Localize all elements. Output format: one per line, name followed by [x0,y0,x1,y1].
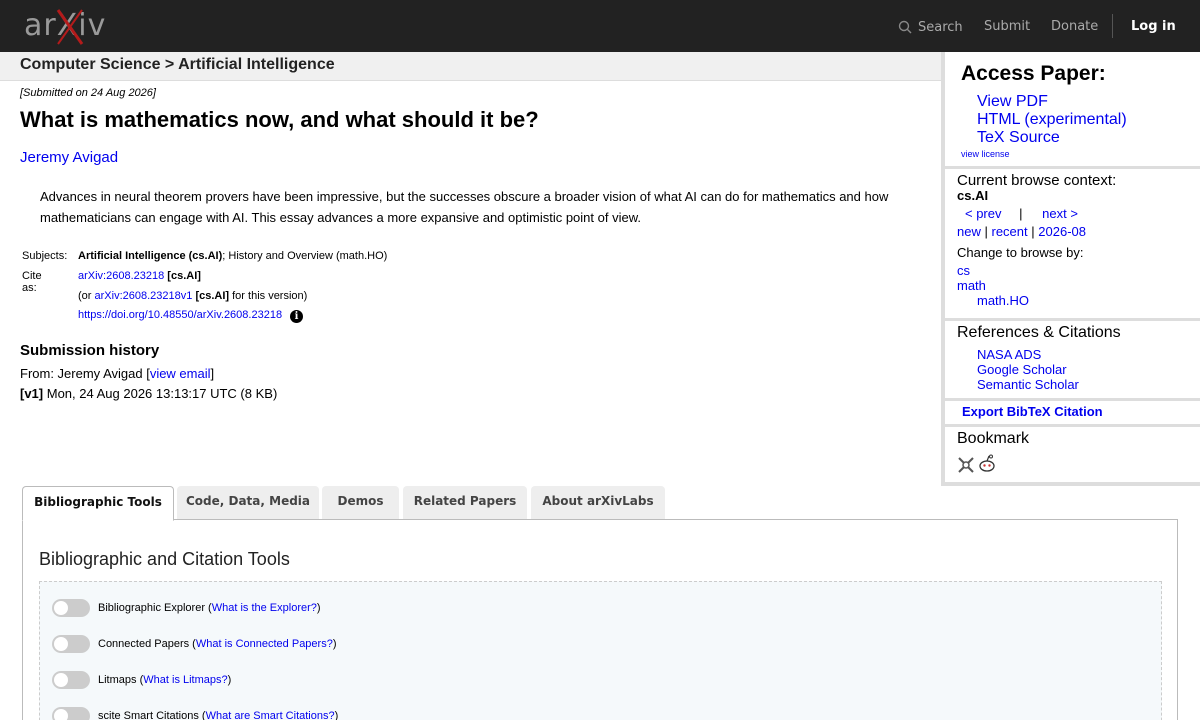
doi-link[interactable]: https://doi.org/10.48550/arXiv.2608.2321… [78,309,282,321]
html-experimental-link[interactable]: HTML (experimental) [977,111,1127,129]
prev-next-nav: < prev | next > [965,206,1078,221]
tool-name: Litmaps [98,674,137,686]
cite-category: [cs.AI] [167,270,201,282]
other-subjects: ; History and Overview (math.HO) [222,250,388,262]
recent-link[interactable]: recent [992,224,1028,239]
reddit-icon[interactable] [977,454,997,474]
top-navigation-bar: arXiv Search Submit Donate Log in [0,0,1200,52]
tab-about-arxivlabs[interactable]: About arXivLabs [531,486,665,520]
change-browse-heading: Change to browse by: [957,245,1084,260]
tab-bibliographic-tools[interactable]: Bibliographic Tools [22,486,174,521]
info-icon[interactable]: i [290,310,304,323]
nav-separator: | [1019,206,1023,221]
breadcrumb: Computer Science > Artificial Intelligen… [20,56,335,73]
browse-cs-link[interactable]: cs [957,263,970,278]
browse-context-value: cs.AI [957,188,989,203]
tools-list: Bibliographic Explorer (What is the Expl… [39,581,1162,720]
explorer-info-link[interactable]: What is the Explorer? [212,602,317,614]
references-section: References & Citations NASA ADS Google S… [945,321,1200,401]
version-1-entry: [v1] Mon, 24 Aug 2026 13:13:17 UTC (8 KB… [20,386,277,401]
breadcrumb-bar: Computer Science > Artificial Intelligen… [0,52,942,81]
abstract: Advances in neural theorem provers have … [40,189,889,225]
cite-label: Cite as: [22,270,42,294]
export-bibtex-link[interactable]: Export BibTeX Citation [962,404,1103,419]
from-suffix: ] [210,366,215,381]
litmaps-toggle[interactable] [52,671,90,689]
scite-toggle[interactable] [52,707,90,720]
litmaps-info-link[interactable]: What is Litmaps? [143,674,227,686]
month-link[interactable]: 2026-08 [1038,224,1086,239]
scite-info-link[interactable]: What are Smart Citations? [206,710,335,720]
tool-name: scite Smart Citations [98,710,199,720]
tool-name: Bibliographic Explorer [98,602,205,614]
primary-subject: Artificial Intelligence (cs.AI) [78,250,223,262]
bibliographic-tools-panel: Bibliographic and Citation Tools Bibliog… [22,519,1178,720]
login-link[interactable]: Log in [1131,19,1176,34]
cite-version-link[interactable]: arXiv:2608.23218v1 [95,290,193,302]
tool-name: Connected Papers [98,638,190,650]
tab-demos[interactable]: Demos [322,486,399,520]
right-sidebar: Access Paper: View PDF HTML (experimenta… [941,52,1200,486]
arxiv-logo[interactable]: arXiv [24,8,114,46]
tool-row-connected-papers: Connected Papers (What is Connected Pape… [52,634,337,654]
separator-1: | [984,224,988,239]
browse-context-heading: Current browse context: [957,172,1117,189]
google-scholar-link[interactable]: Google Scholar [977,362,1067,377]
version-date: Mon, 24 Aug 2026 13:13:17 UTC (8 KB) [46,386,278,401]
new-link[interactable]: new [957,224,981,239]
bookmark-section: Bookmark [945,427,1200,482]
tool-row-scite: scite Smart Citations (What are Smart Ci… [52,706,338,720]
subjects-label: Subjects: [22,250,68,262]
donate-link[interactable]: Donate [1051,19,1098,34]
view-email-link[interactable]: view email [150,366,211,381]
new-recent-nav: new | recent | 2026-08 [957,224,1086,239]
logo-x-mark-icon [56,9,84,45]
connected-papers-info-link[interactable]: What is Connected Papers? [196,638,333,650]
submission-history-heading: Submission history [20,342,160,359]
export-section: Export BibTeX Citation [945,401,1200,427]
references-heading: References & Citations [957,324,1121,341]
bibsonomy-icon[interactable] [957,456,975,474]
tab-related-papers[interactable]: Related Papers [403,486,527,520]
browse-math-ho-link[interactable]: math.HO [977,293,1029,308]
prev-link[interactable]: < prev [965,206,1002,221]
cite-or-prefix: (or [78,290,92,302]
browse-context-section: Current browse context: cs.AI < prev | n… [945,169,1200,321]
panel-title: Bibliographic and Citation Tools [39,549,290,569]
access-paper-section: Access Paper: View PDF HTML (experimenta… [945,52,1200,169]
submission-from: From: Jeremy Avigad [view email] [20,366,214,381]
from-prefix: From: Jeremy Avigad [ [20,366,150,381]
nasa-ads-link[interactable]: NASA ADS [977,347,1041,362]
view-license-link[interactable]: view license [961,149,1010,159]
submit-link[interactable]: Submit [984,19,1030,34]
view-pdf-link[interactable]: View PDF [977,93,1127,111]
tab-code-data-media[interactable]: Code, Data, Media [177,486,319,520]
tool-row-explorer: Bibliographic Explorer (What is the Expl… [52,598,321,618]
tex-source-link[interactable]: TeX Source [977,129,1127,147]
bookmark-heading: Bookmark [957,430,1030,447]
browse-math-link[interactable]: math [957,278,986,293]
next-link[interactable]: next > [1042,206,1078,221]
tool-row-litmaps: Litmaps (What is Litmaps?) [52,670,231,690]
explorer-toggle[interactable] [52,599,90,617]
submission-date: [Submitted on 24 Aug 2026] [20,87,156,99]
search-icon [898,20,912,34]
author-link[interactable]: Jeremy Avigad [20,149,118,166]
paper-title: What is mathematics now, and what should… [20,107,539,132]
cite-version-suffix: for this version) [232,290,308,302]
version-tag: [v1] [20,386,44,401]
cite-version-category: [cs.AI] [195,290,230,302]
search-button[interactable]: Search [898,17,963,37]
connected-papers-toggle[interactable] [52,635,90,653]
search-label: Search [918,19,963,35]
semantic-scholar-link[interactable]: Semantic Scholar [977,377,1079,392]
nav-divider [1112,14,1113,38]
separator-2: | [1031,224,1035,239]
access-paper-heading: Access Paper: [961,62,1106,85]
cite-id-link[interactable]: arXiv:2608.23218 [78,270,164,282]
